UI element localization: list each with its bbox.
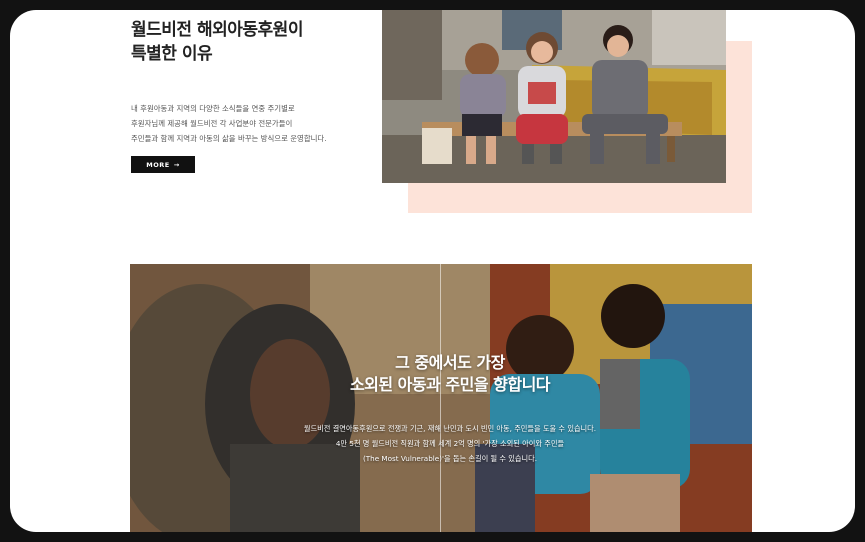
desc-line-1: 내 후원아동과 지역의 다양한 소식들을 연중 주기별로 [131, 104, 295, 113]
title-line-1: 월드비전 해외아동후원이 [131, 20, 303, 40]
hero-banner: 그 중에서도 가장 소외된 아동과 주민을 향합니다 월드비전 결연아동후원으로… [130, 264, 752, 532]
more-button[interactable]: MORE → [131, 156, 195, 173]
body-line-3: (The Most Vulnerable)'을 돕는 손길이 될 수 있습니다. [362, 454, 538, 463]
arrow-right-icon: → [173, 160, 180, 169]
intro-section: 월드비전 해외아동후원이 특별한 이유 내 후원아동과 지역의 다양한 소식들을… [131, 18, 371, 173]
body-line-1: 월드비전 결연아동후원으로 전쟁과 기근, 재해 난민과 도시 빈민 아동, 주… [303, 424, 597, 433]
banner-headline: 그 중에서도 가장 소외된 아동과 주민을 향합니다 [250, 352, 650, 396]
intro-description: 내 후원아동과 지역의 다양한 소식들을 연중 주기별로 후원자님께 제공해 월… [131, 101, 361, 146]
desc-line-3: 주민들과 함께 지역과 아동의 삶을 바꾸는 방식으로 운영합니다. [131, 134, 327, 143]
section-title: 월드비전 해외아동후원이 특별한 이유 [131, 18, 371, 66]
title-line-2: 특별한 이유 [131, 44, 213, 64]
banner-text: 그 중에서도 가장 소외된 아동과 주민을 향합니다 월드비전 결연아동후원으로… [250, 352, 650, 466]
headline-line-1: 그 중에서도 가장 [395, 353, 505, 372]
banner-body: 월드비전 결연아동후원으로 전쟁과 기근, 재해 난민과 도시 빈민 아동, 주… [250, 421, 650, 466]
children-photo [382, 10, 726, 183]
body-line-2: 4만 5천 명 월드비전 직원과 함께 세계 2억 명의 '가장 소외된 아이와… [335, 439, 565, 448]
headline-line-2: 소외된 아동과 주민을 향합니다 [349, 375, 551, 394]
page-frame: 월드비전 해외아동후원이 특별한 이유 내 후원아동과 지역의 다양한 소식들을… [10, 10, 855, 532]
desc-line-2: 후원자님께 제공해 월드비전 각 사업분야 전문가들이 [131, 119, 293, 128]
more-button-label: MORE [146, 160, 170, 169]
